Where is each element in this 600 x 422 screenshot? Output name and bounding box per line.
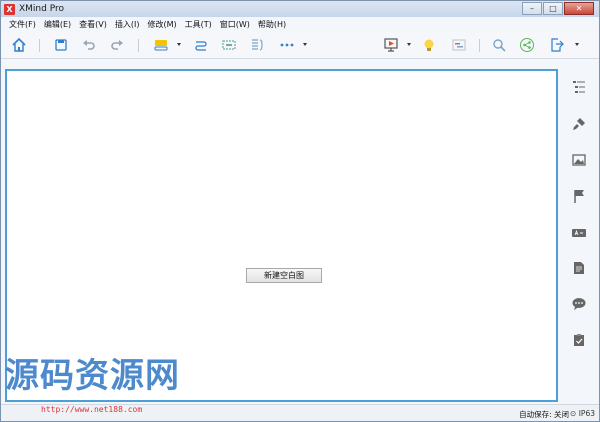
menu-modify[interactable]: 修改(M) bbox=[143, 19, 180, 30]
toolbar-separator bbox=[138, 39, 139, 52]
redo-icon[interactable] bbox=[109, 37, 125, 53]
menu-window[interactable]: 窗口(W) bbox=[216, 19, 254, 30]
maximize-button[interactable]: □ bbox=[543, 2, 563, 15]
title-bar: X XMind Pro – □ ✕ bbox=[1, 1, 599, 17]
relationship-icon[interactable] bbox=[193, 37, 209, 53]
search-icon[interactable] bbox=[491, 37, 507, 53]
autosave-status[interactable]: 自动保存: 关闭 bbox=[519, 409, 569, 420]
summary-icon[interactable] bbox=[249, 37, 265, 53]
boundary-icon[interactable] bbox=[221, 37, 237, 53]
watermark-logo: 源码资源网 bbox=[5, 356, 180, 396]
presentation-dropdown-icon[interactable] bbox=[407, 43, 411, 46]
presentation-icon[interactable] bbox=[383, 37, 399, 53]
home-icon[interactable] bbox=[11, 37, 27, 53]
menu-view[interactable]: 查看(V) bbox=[75, 19, 111, 30]
side-panel bbox=[561, 59, 599, 404]
brainstorm-icon[interactable] bbox=[421, 37, 437, 53]
xmind-logo-icon: X bbox=[4, 3, 15, 15]
new-blank-map-button[interactable]: 新建空白图 bbox=[246, 268, 322, 283]
outline-icon[interactable] bbox=[571, 79, 587, 95]
marker-flag-icon[interactable] bbox=[571, 188, 587, 204]
task-icon[interactable] bbox=[571, 332, 587, 348]
topic-style-icon[interactable] bbox=[153, 37, 169, 53]
export-icon[interactable] bbox=[549, 37, 565, 53]
menu-bar: 文件(F) 编辑(E) 查看(V) 插入(I) 修改(M) 工具(T) 窗口(W… bbox=[1, 17, 599, 31]
toolbar-separator bbox=[479, 39, 480, 52]
undo-icon[interactable] bbox=[81, 37, 97, 53]
format-brush-icon[interactable] bbox=[571, 116, 587, 132]
more-icon[interactable] bbox=[279, 37, 295, 53]
main-toolbar bbox=[1, 31, 599, 59]
app-window: X XMind Pro – □ ✕ 文件(F) 编辑(E) 查看(V) 插入(I… bbox=[0, 0, 600, 422]
gantt-icon[interactable] bbox=[451, 37, 467, 53]
toolbar-separator bbox=[39, 39, 40, 52]
share-icon[interactable] bbox=[519, 37, 535, 53]
comments-icon[interactable] bbox=[571, 296, 587, 312]
label-icon[interactable] bbox=[571, 225, 587, 241]
menu-tools[interactable]: 工具(T) bbox=[181, 19, 216, 30]
menu-edit[interactable]: 编辑(E) bbox=[40, 19, 75, 30]
minimize-button[interactable]: – bbox=[522, 2, 542, 15]
window-title: XMind Pro bbox=[19, 4, 64, 14]
close-button[interactable]: ✕ bbox=[564, 2, 594, 15]
notes-icon[interactable] bbox=[571, 260, 587, 276]
watermark-url: http://www.net188.com bbox=[41, 405, 143, 414]
window-controls: – □ ✕ bbox=[521, 2, 594, 15]
more-dropdown-icon[interactable] bbox=[303, 43, 307, 46]
editor-area: 新建空白图 bbox=[1, 59, 561, 404]
mind-map-canvas[interactable]: 新建空白图 bbox=[5, 69, 558, 402]
menu-file[interactable]: 文件(F) bbox=[5, 19, 40, 30]
save-icon[interactable] bbox=[53, 37, 69, 53]
topic-style-dropdown-icon[interactable] bbox=[177, 43, 181, 46]
export-dropdown-icon[interactable] bbox=[575, 43, 579, 46]
ip-status: ⊙ IP63 bbox=[570, 409, 595, 418]
menu-help[interactable]: 帮助(H) bbox=[254, 19, 290, 30]
menu-insert[interactable]: 插入(I) bbox=[111, 19, 144, 30]
image-icon[interactable] bbox=[571, 152, 587, 168]
